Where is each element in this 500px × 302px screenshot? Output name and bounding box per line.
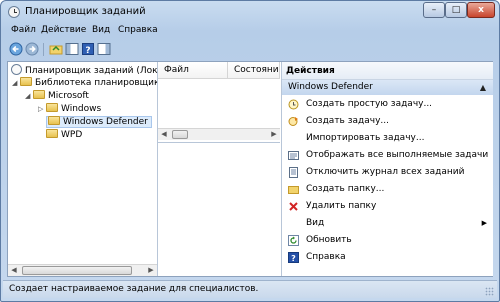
tree-item-library[interactable]: ◢Библиотека планировщика з <box>12 77 157 90</box>
actions-header: Действия <box>282 62 493 80</box>
action-delete-folder[interactable]: Удалить папку <box>282 199 493 214</box>
delete-icon <box>289 202 298 211</box>
action-view[interactable]: Вид ▶ <box>282 216 493 231</box>
folder-icon <box>46 103 58 112</box>
svg-text:?: ? <box>85 46 90 56</box>
action-create-folder[interactable]: Создать папку... <box>282 182 493 197</box>
up-folder-icon[interactable] <box>49 42 63 56</box>
action-show-running-tasks[interactable]: Отображать все выполняемые задачи <box>282 148 493 163</box>
resize-grip-icon[interactable] <box>485 287 494 296</box>
svg-text:?: ? <box>291 254 296 263</box>
actions-pane: Действия Windows Defender ▲ Создать прос… <box>281 62 493 276</box>
running-tasks-icon <box>288 151 299 160</box>
action-refresh[interactable]: Обновить <box>282 233 493 248</box>
scroll-left-icon[interactable]: ◀ <box>158 129 170 140</box>
action-disable-history[interactable]: Отключить журнал всех заданий <box>282 165 493 180</box>
console-tree: Планировщик заданий (Локальн ◢Библиотека… <box>8 62 158 276</box>
back-icon[interactable] <box>9 42 23 56</box>
tree-item-wpd[interactable]: WPD <box>38 129 82 142</box>
column-header-file[interactable]: Файл <box>158 62 228 79</box>
task-scheduler-clock-icon <box>8 6 20 18</box>
scroll-right-icon[interactable]: ▶ <box>145 265 157 276</box>
scroll-thumb[interactable] <box>22 266 132 275</box>
action-help[interactable]: ? Справка <box>282 250 493 265</box>
tree-horizontal-scrollbar[interactable]: ◀ ▶ <box>8 264 157 276</box>
menu-view[interactable]: Вид <box>92 25 110 35</box>
show-hide-action-pane-icon[interactable] <box>97 42 111 56</box>
expanded-arrow-icon[interactable]: ◢ <box>12 77 20 90</box>
action-create-basic-task[interactable]: Создать простую задачу... <box>282 97 493 112</box>
column-header-status[interactable]: Состояни <box>228 62 280 79</box>
title-bar[interactable]: Планировщик заданий – □ x <box>1 1 499 23</box>
new-folder-icon <box>288 186 299 194</box>
scroll-left-icon[interactable]: ◀ <box>8 265 20 276</box>
create-basic-task-icon <box>288 99 299 110</box>
help-icon[interactable]: ? <box>81 42 95 56</box>
task-list-horizontal-scrollbar[interactable]: ◀ ▶ <box>158 128 280 140</box>
content-area: Планировщик заданий (Локальн ◢Библиотека… <box>7 61 493 277</box>
toolbar: ? <box>7 41 493 59</box>
scroll-thumb[interactable] <box>172 130 188 139</box>
task-details-pane <box>158 146 280 276</box>
window-title: Планировщик заданий <box>25 6 146 17</box>
help-icon: ? <box>288 252 299 263</box>
action-create-task[interactable]: Создать задачу... <box>282 114 493 129</box>
status-bar: Создает настраиваемое задание для специа… <box>3 280 497 298</box>
history-icon <box>289 167 298 178</box>
actions-section-header[interactable]: Windows Defender ▲ <box>282 80 493 95</box>
tree-item-windows-defender[interactable]: Windows Defender <box>46 116 152 129</box>
toolbar-separator <box>43 43 44 56</box>
minimize-button[interactable]: – <box>423 2 445 18</box>
expanded-arrow-icon[interactable]: ◢ <box>25 90 33 103</box>
main-window: Планировщик заданий – □ x Файл Действие … <box>0 0 500 302</box>
folder-icon <box>46 129 58 138</box>
scroll-right-icon[interactable]: ▶ <box>268 129 280 140</box>
show-hide-tree-icon[interactable] <box>65 42 79 56</box>
submenu-arrow-icon: ▶ <box>481 219 487 227</box>
tree-item-root[interactable]: Планировщик заданий (Локальн <box>11 64 157 77</box>
refresh-icon <box>288 235 299 246</box>
menu-help[interactable]: Справка <box>118 25 158 35</box>
folder-icon <box>20 77 32 86</box>
close-button[interactable]: x <box>467 2 495 18</box>
clock-icon <box>11 64 22 75</box>
maximize-button[interactable]: □ <box>445 2 467 18</box>
menu-file[interactable]: Файл <box>11 25 36 35</box>
create-task-icon <box>288 117 298 126</box>
folder-icon <box>33 90 45 99</box>
tree-item-microsoft[interactable]: ◢ Microsoft <box>25 90 89 103</box>
collapse-triangle-icon[interactable]: ▲ <box>480 80 486 95</box>
forward-icon[interactable] <box>25 42 39 56</box>
status-text: Создает настраиваемое задание для специа… <box>9 284 259 294</box>
menu-action[interactable]: Действие <box>41 25 86 35</box>
task-list: Файл Состояни ◀ ▶ <box>158 62 280 143</box>
tree-item-windows[interactable]: ▷ Windows <box>38 103 101 116</box>
collapsed-arrow-icon[interactable]: ▷ <box>38 103 46 116</box>
folder-icon <box>48 116 60 125</box>
action-import-task[interactable]: Импортировать задачу... <box>282 131 493 146</box>
task-list-pane: Файл Состояни ◀ ▶ <box>158 62 280 276</box>
